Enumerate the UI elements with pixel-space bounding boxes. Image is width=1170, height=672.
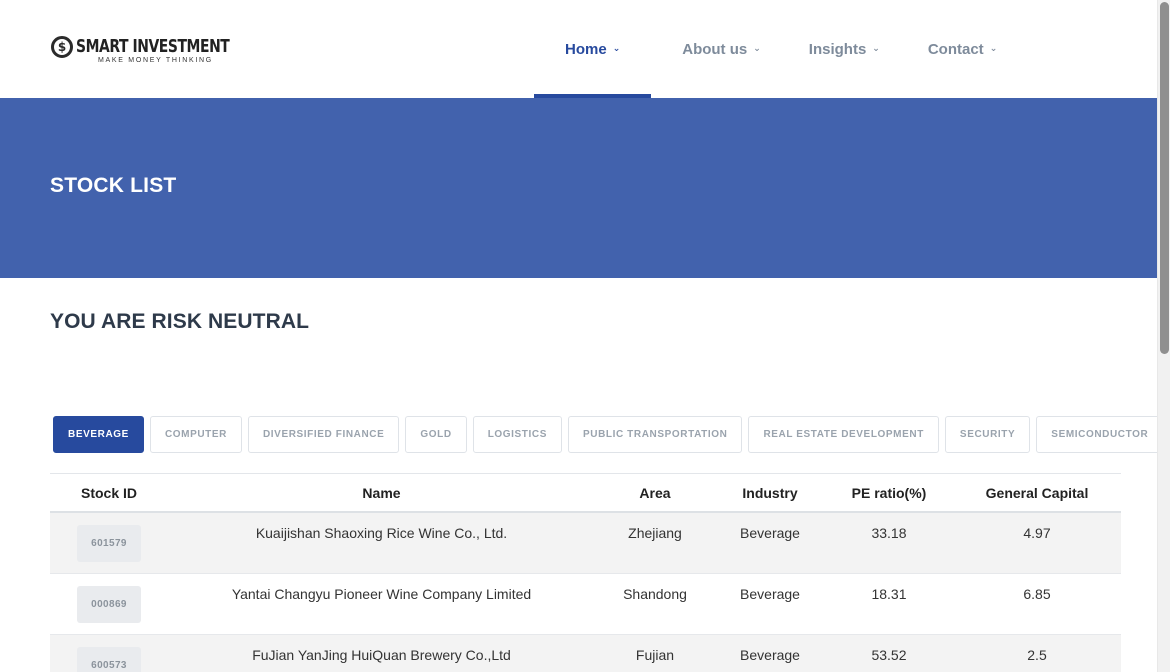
cell-industry: Beverage — [740, 586, 800, 602]
cell-area: Zhejiang — [628, 525, 682, 541]
cell-area: Shandong — [623, 586, 687, 602]
cell-pe-ratio: 33.18 — [871, 525, 907, 541]
tab-real-estate-development[interactable]: REAL ESTATE DEVELOPMENT — [748, 416, 939, 453]
tab-gold[interactable]: GOLD — [405, 416, 467, 453]
cell-name: Kuaijishan Shaoxing Rice Wine Co., Ltd. — [255, 525, 508, 541]
nav-item-about[interactable]: About us ⌄ — [651, 0, 785, 98]
chevron-down-icon: ⌄ — [612, 42, 621, 53]
column-header-industry[interactable]: Industry — [715, 485, 825, 501]
industry-filter-tabs: BEVERAGE COMPUTER DIVERSIFIED FINANCE GO… — [53, 416, 1169, 453]
page-scrollbar[interactable] — [1157, 0, 1170, 672]
cell-area: Fujian — [635, 647, 675, 663]
table-header-row: Stock ID Name Area Industry PE ratio(%) … — [50, 474, 1121, 513]
column-header-pe-ratio[interactable]: PE ratio(%) — [825, 485, 953, 501]
stock-id-badge[interactable]: 600573 — [77, 647, 141, 672]
page-title: STOCK LIST — [50, 174, 177, 197]
cell-name: Yantai Changyu Pioneer Wine Company Limi… — [231, 586, 532, 602]
stock-id-badge[interactable]: 601579 — [77, 525, 141, 562]
tab-semiconductor[interactable]: SEMICONDUCTOR — [1036, 416, 1164, 453]
nav-item-home[interactable]: Home ⌄ — [534, 0, 652, 98]
column-header-name[interactable]: Name — [168, 485, 595, 501]
site-header: $ SMART INVESTMENT MAKE MONEY THINKING H… — [0, 0, 1157, 98]
tab-diversified-finance[interactable]: DIVERSIFIED FINANCE — [247, 416, 400, 453]
table-row[interactable]: 600573 FuJian YanJing HuiQuan Brewery Co… — [50, 635, 1121, 672]
column-header-area[interactable]: Area — [595, 485, 715, 501]
tab-public-transportation[interactable]: PUBLIC TRANSPORTATION — [567, 416, 743, 453]
dollar-coin-icon: $ — [51, 36, 73, 58]
stock-table: Stock ID Name Area Industry PE ratio(%) … — [50, 473, 1121, 672]
cell-stock-id: 601579 — [50, 513, 168, 573]
tab-security[interactable]: SECURITY — [944, 416, 1031, 453]
nav-item-label: About us — [682, 40, 748, 58]
main-nav: Home ⌄ About us ⌄ Insights ⌄ Contact ⌄ — [534, 0, 1021, 98]
cell-general-capital: 6.85 — [1023, 586, 1051, 602]
nav-item-label: Home — [565, 40, 607, 58]
table-row[interactable]: 000869 Yantai Changyu Pioneer Wine Compa… — [50, 574, 1121, 635]
cell-industry: Beverage — [740, 525, 800, 541]
scrollbar-thumb[interactable] — [1160, 2, 1169, 354]
nav-item-contact[interactable]: Contact ⌄ — [904, 0, 1021, 98]
nav-item-insights[interactable]: Insights ⌄ — [785, 0, 904, 98]
logo-tagline: MAKE MONEY THINKING — [98, 57, 213, 64]
table-row[interactable]: 601579 Kuaijishan Shaoxing Rice Wine Co.… — [50, 513, 1121, 574]
nav-item-label: Insights — [808, 40, 867, 58]
cell-pe-ratio: 18.31 — [871, 586, 907, 602]
column-header-stock-id[interactable]: Stock ID — [50, 485, 168, 501]
chevron-down-icon: ⌄ — [753, 42, 761, 53]
column-header-general-capital[interactable]: General Capital — [953, 485, 1121, 501]
cell-stock-id: 600573 — [50, 635, 168, 672]
cell-stock-id: 000869 — [50, 574, 168, 634]
logo-title: SMART INVESTMENT — [76, 36, 230, 57]
cell-industry: Beverage — [740, 647, 800, 663]
cell-general-capital: 4.97 — [1023, 525, 1051, 541]
cell-name: FuJian YanJing HuiQuan Brewery Co.,Ltd — [252, 647, 511, 663]
nav-item-label: Contact — [927, 40, 984, 58]
tab-logistics[interactable]: LOGISTICS — [472, 416, 562, 453]
tab-computer[interactable]: COMPUTER — [149, 416, 242, 453]
stock-id-badge[interactable]: 000869 — [77, 586, 141, 623]
cell-pe-ratio: 53.52 — [871, 647, 907, 663]
cell-general-capital: 2.5 — [1027, 647, 1047, 663]
chevron-down-icon: ⌄ — [989, 42, 998, 53]
chevron-down-icon: ⌄ — [872, 42, 880, 53]
page-banner: STOCK LIST — [0, 98, 1157, 278]
tab-beverage[interactable]: BEVERAGE — [53, 416, 144, 453]
risk-profile-heading: YOU ARE RISK NEUTRAL — [50, 310, 310, 333]
